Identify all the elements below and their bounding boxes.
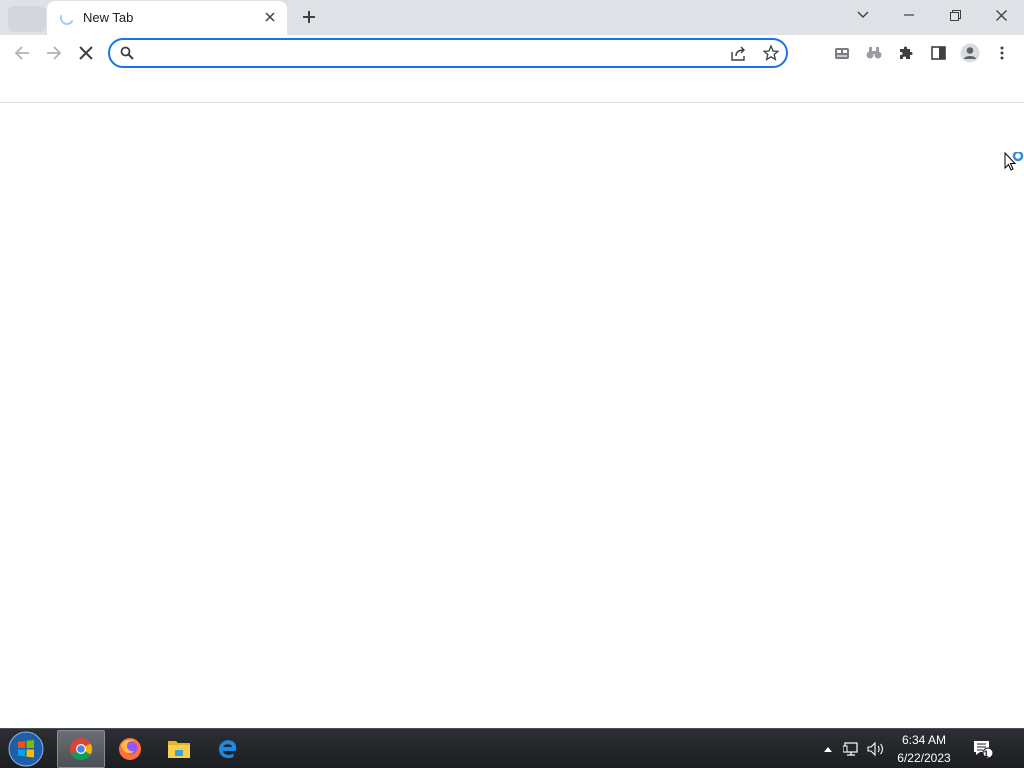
taskbar-clock[interactable]: 6:34 AM 6/22/2023 <box>888 731 960 767</box>
minimize-button[interactable] <box>886 0 932 30</box>
busy-cursor-icon <box>1004 152 1024 171</box>
search-icon <box>120 46 134 60</box>
address-bar[interactable] <box>108 38 788 68</box>
stop-button[interactable] <box>71 38 101 68</box>
share-button[interactable] <box>728 42 750 64</box>
bookmarks-bar <box>0 71 1024 103</box>
puzzle-icon <box>900 46 913 59</box>
clock-time: 6:34 AM <box>901 733 947 747</box>
taskbar-app-firefox[interactable] <box>106 730 154 768</box>
restore-icon <box>949 9 961 21</box>
chevron-down-icon <box>857 11 869 18</box>
action-center-button[interactable]: 1 <box>968 729 998 769</box>
plus-icon <box>303 11 315 23</box>
tab-search-dropdown-button[interactable] <box>840 0 886 30</box>
forward-button[interactable] <box>39 38 69 68</box>
extensions-button[interactable] <box>891 38 921 68</box>
stop-icon <box>79 46 93 60</box>
close-window-button[interactable] <box>978 0 1024 30</box>
notification-count-badge: 1 <box>983 749 989 759</box>
internet-explorer-icon <box>219 740 237 759</box>
extension-button-2[interactable] <box>859 38 889 68</box>
firefox-icon <box>119 738 141 760</box>
binoculars-icon <box>866 47 882 59</box>
network-tray-button[interactable] <box>840 729 864 769</box>
close-icon <box>265 12 275 22</box>
toolbar <box>0 35 1024 71</box>
taskbar-app-chrome[interactable] <box>57 730 105 768</box>
address-input[interactable] <box>142 43 722 63</box>
tab-strip: New Tab <box>0 0 1024 35</box>
profile-icon <box>960 43 980 63</box>
chrome-icon <box>70 738 92 760</box>
minimize-icon <box>904 14 914 16</box>
taskbar: 6:34 AM 6/22/2023 1 <box>0 728 1024 768</box>
show-hidden-icons-button[interactable] <box>820 729 836 769</box>
tab-new-tab[interactable]: New Tab <box>47 1 287 35</box>
volume-tray-button[interactable] <box>864 729 888 769</box>
tab-close-button[interactable] <box>261 8 279 26</box>
speaker-icon <box>867 741 883 757</box>
extension-button-1[interactable] <box>827 38 857 68</box>
star-icon <box>763 45 779 61</box>
extension-app-icon <box>835 48 849 59</box>
clock-date: 6/22/2023 <box>897 751 951 765</box>
chevron-up-icon <box>824 747 832 752</box>
windows-start-icon <box>8 731 44 767</box>
tab-search-button[interactable] <box>8 6 46 32</box>
arrow-right-icon <box>47 46 62 60</box>
folder-icon <box>168 741 190 758</box>
taskbar-app-internet-explorer[interactable] <box>204 730 252 768</box>
side-panel-icon <box>930 46 946 60</box>
share-icon <box>731 46 745 61</box>
more-vert-icon <box>1000 46 1004 60</box>
back-button[interactable] <box>7 38 37 68</box>
tab-title: New Tab <box>83 10 134 25</box>
network-icon <box>843 742 858 756</box>
arrow-left-icon <box>14 46 29 60</box>
chrome-menu-button[interactable] <box>987 38 1017 68</box>
new-tab-button[interactable] <box>296 4 322 30</box>
profile-button[interactable] <box>955 38 985 68</box>
loading-spinner-icon <box>58 9 76 27</box>
start-button[interactable] <box>6 731 46 767</box>
page-content <box>0 104 1024 728</box>
taskbar-app-file-explorer[interactable] <box>155 730 203 768</box>
side-panel-button[interactable] <box>923 38 953 68</box>
restore-button[interactable] <box>932 0 978 30</box>
close-icon <box>995 9 1007 21</box>
bookmark-star-button[interactable] <box>760 42 782 64</box>
